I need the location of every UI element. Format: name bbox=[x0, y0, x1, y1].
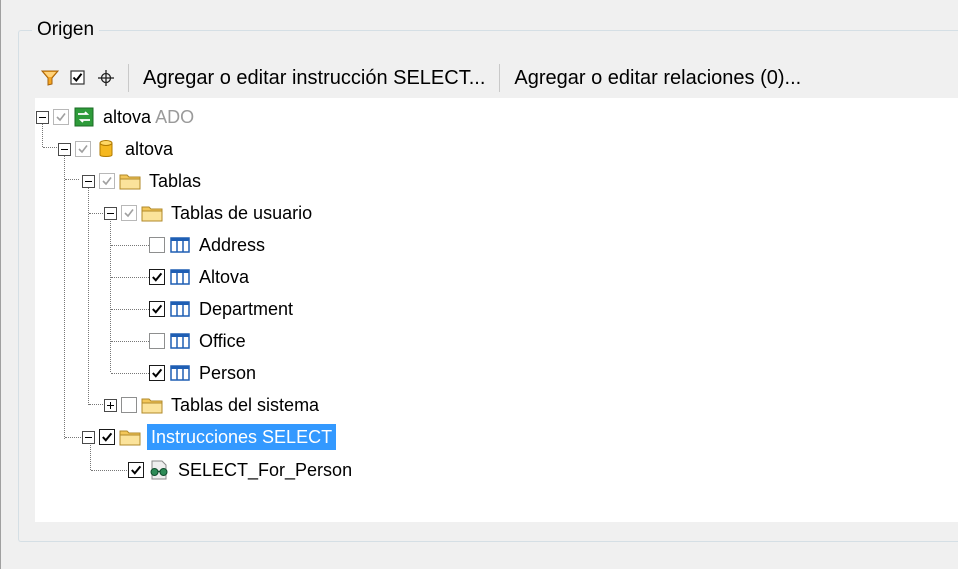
node-checkbox[interactable] bbox=[75, 141, 91, 157]
table-icon bbox=[169, 362, 191, 384]
table-icon bbox=[169, 266, 191, 288]
collapse-toggle[interactable] bbox=[82, 430, 95, 444]
node-label: Instrucciones SELECT bbox=[147, 424, 337, 450]
node-label: Tablas del sistema bbox=[171, 395, 320, 415]
tree-node-system-tables[interactable]: Tablas del sistema bbox=[104, 389, 321, 421]
tree-node-database[interactable]: altova bbox=[58, 133, 175, 165]
table-icon bbox=[169, 298, 191, 320]
database-icon bbox=[95, 138, 117, 160]
node-label: Office bbox=[199, 331, 246, 351]
tree-node-root[interactable]: altova ADO bbox=[36, 101, 196, 133]
tree-node-table[interactable]: Department bbox=[149, 293, 295, 325]
folder-icon bbox=[119, 170, 141, 192]
group-title: Origen bbox=[32, 18, 100, 42]
filter-icon[interactable] bbox=[36, 63, 64, 93]
node-label: altova bbox=[125, 139, 174, 159]
node-checkbox[interactable] bbox=[128, 462, 144, 478]
node-checkbox[interactable] bbox=[149, 365, 165, 381]
tree-node-tables[interactable]: Tablas bbox=[82, 165, 203, 197]
node-checkbox[interactable] bbox=[149, 333, 165, 349]
node-label: Tablas bbox=[149, 171, 202, 191]
table-icon bbox=[169, 330, 191, 352]
select-statement-icon bbox=[148, 459, 170, 481]
collapse-toggle[interactable] bbox=[58, 142, 71, 156]
node-label: Altova bbox=[199, 267, 250, 287]
node-label: Address bbox=[199, 235, 266, 255]
node-checkbox[interactable] bbox=[53, 109, 69, 125]
toolbar-separator bbox=[128, 64, 129, 92]
node-label: Department bbox=[199, 299, 294, 319]
source-tree[interactable]: altova ADO altova Tablas Tablas de usuar… bbox=[35, 98, 958, 522]
expand-toggle[interactable] bbox=[104, 398, 117, 412]
add-edit-relations-button[interactable]: Agregar o editar relaciones (0)... bbox=[508, 63, 807, 93]
tree-node-user-tables[interactable]: Tablas de usuario bbox=[104, 197, 314, 229]
toolbar-separator bbox=[499, 64, 501, 92]
check-all-icon[interactable] bbox=[64, 63, 92, 93]
folder-icon bbox=[141, 202, 163, 224]
tree-node-select-statement[interactable]: SELECT_For_Person bbox=[128, 454, 354, 486]
folder-icon bbox=[119, 426, 141, 448]
node-checkbox[interactable] bbox=[121, 205, 137, 221]
collapse-toggle[interactable] bbox=[36, 110, 49, 124]
node-checkbox[interactable] bbox=[149, 269, 165, 285]
node-checkbox[interactable] bbox=[99, 173, 115, 189]
node-label: Person bbox=[199, 363, 257, 383]
collapse-toggle[interactable] bbox=[82, 174, 95, 188]
ado-connection-icon bbox=[73, 106, 95, 128]
toolbar: Agregar o editar instrucción SELECT... A… bbox=[36, 60, 958, 96]
folder-icon bbox=[141, 394, 163, 416]
crosshair-icon[interactable] bbox=[92, 63, 120, 93]
tree-node-table[interactable]: Person bbox=[149, 357, 258, 389]
node-label: Tablas de usuario bbox=[171, 203, 313, 223]
node-checkbox[interactable] bbox=[149, 237, 165, 253]
window-edge bbox=[0, 0, 1, 569]
node-checkbox[interactable] bbox=[99, 429, 115, 445]
collapse-toggle[interactable] bbox=[104, 206, 117, 220]
node-label: altova ADO bbox=[103, 107, 195, 127]
add-edit-select-button[interactable]: Agregar o editar instrucción SELECT... bbox=[137, 63, 491, 93]
table-icon bbox=[169, 234, 191, 256]
tree-node-table[interactable]: Address bbox=[149, 229, 267, 261]
node-checkbox[interactable] bbox=[121, 397, 137, 413]
tree-node-table[interactable]: Office bbox=[149, 325, 248, 357]
tree-node-table[interactable]: Altova bbox=[149, 261, 251, 293]
node-checkbox[interactable] bbox=[149, 301, 165, 317]
node-label: SELECT_For_Person bbox=[178, 460, 353, 480]
tree-node-select-statements[interactable]: Instrucciones SELECT bbox=[82, 421, 337, 453]
